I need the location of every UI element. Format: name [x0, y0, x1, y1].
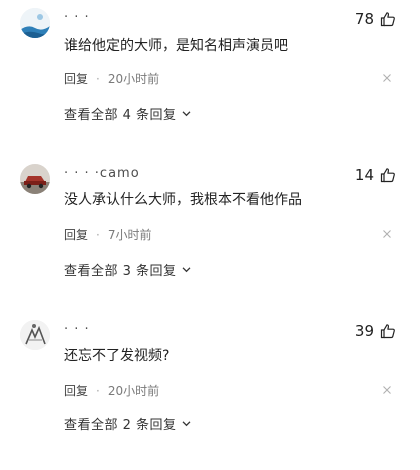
close-icon: [383, 386, 391, 394]
view-all-replies-button[interactable]: 查看全部 2 条回复: [64, 414, 192, 433]
avatar[interactable]: [20, 8, 50, 38]
dismiss-button[interactable]: [382, 385, 392, 395]
meta-separator: ·: [96, 227, 100, 242]
like-count: 39: [354, 322, 374, 340]
reply-button[interactable]: 回复: [64, 70, 88, 87]
reply-button[interactable]: 回复: [64, 382, 88, 399]
comment-time: 20小时前: [107, 384, 160, 398]
avatar[interactable]: [20, 164, 50, 194]
reply-button[interactable]: 回复: [64, 226, 88, 243]
username[interactable]: · · · ·camo: [64, 166, 140, 181]
username[interactable]: · · ·: [64, 10, 90, 25]
thumbs-up-icon: [380, 324, 395, 339]
comment-meta: 回复 · 20小时前: [64, 70, 159, 87]
close-icon: [383, 74, 391, 82]
avatar-blue-landscape-icon: [20, 8, 50, 38]
thumbs-up-icon: [380, 12, 395, 27]
comment-text: 还忘不了发视频?: [64, 348, 170, 364]
comment-item: · · · 39 还忘不了发视频? 回复 · 20小时前 查看全部 2 条回复: [0, 320, 420, 470]
comment-time: 20小时前: [107, 72, 160, 86]
dismiss-button[interactable]: [382, 229, 392, 239]
chevron-down-icon: [182, 421, 191, 427]
like-count: 78: [354, 10, 374, 28]
meta-separator: ·: [96, 383, 100, 398]
chevron-down-icon: [182, 111, 191, 117]
chevron-down-icon: [182, 267, 191, 273]
avatar[interactable]: [20, 320, 50, 350]
thumbs-up-icon: [380, 168, 395, 183]
comment-meta: 回复 · 7小时前: [64, 226, 151, 243]
username[interactable]: · · ·: [64, 322, 90, 337]
avatar-red-car-icon: [20, 164, 50, 194]
meta-separator: ·: [96, 71, 100, 86]
view-all-replies-button[interactable]: 查看全部 4 条回复: [64, 104, 192, 123]
like-button[interactable]: 39: [355, 322, 396, 340]
like-count: 14: [354, 166, 374, 184]
like-button[interactable]: 78: [355, 10, 396, 28]
like-button[interactable]: 14: [355, 166, 396, 184]
view-all-replies-label: 查看全部 2 条回复: [64, 418, 177, 433]
comment-text: 谁给他定的大师，是知名相声演员吧: [64, 38, 288, 54]
comment-item: · · · ·camo 14 没人承认什么大师，我根本不看他作品 回复 · 7小…: [0, 164, 420, 314]
comment-text: 没人承认什么大师，我根本不看他作品: [64, 192, 302, 208]
comment-meta: 回复 · 20小时前: [64, 382, 159, 399]
view-all-replies-label: 查看全部 4 条回复: [64, 108, 177, 123]
close-icon: [383, 230, 391, 238]
view-all-replies-button[interactable]: 查看全部 3 条回复: [64, 260, 192, 279]
comment-item: · · · 78 谁给他定的大师，是知名相声演员吧 回复 · 20小时前 查看全…: [0, 8, 420, 158]
comment-time: 7小时前: [107, 228, 152, 242]
view-all-replies-label: 查看全部 3 条回复: [64, 264, 177, 279]
avatar-grey-sketch-icon: [20, 320, 50, 350]
dismiss-button[interactable]: [382, 73, 392, 83]
